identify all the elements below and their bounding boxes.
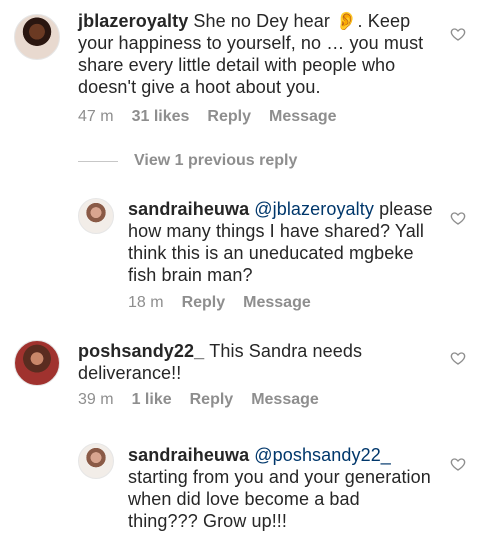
likes-count[interactable]: 1 like <box>132 391 172 409</box>
heart-outline-icon[interactable] <box>450 210 466 226</box>
message-button[interactable]: Message <box>269 108 337 126</box>
mention-link[interactable]: @jblazeroyalty <box>254 199 374 219</box>
comment-time: 39 m <box>78 391 114 408</box>
divider <box>78 160 118 162</box>
comment-time: 47 m <box>78 108 114 125</box>
view-previous-label[interactable]: View 1 previous reply <box>134 152 297 170</box>
comment-meta: 47 m 31 likes Reply Message <box>78 108 337 126</box>
comment-username[interactable]: jblazeroyalty <box>78 11 188 31</box>
reply-button[interactable]: Reply <box>190 391 234 409</box>
mention-link[interactable]: @poshsandy22_ <box>254 445 391 465</box>
comment-time: 18 m <box>128 294 164 311</box>
comment-text: sandraiheuwa @poshsandy22_ starting from … <box>128 444 434 532</box>
reply-button[interactable]: Reply <box>182 294 226 312</box>
heart-outline-icon[interactable] <box>450 350 466 366</box>
view-previous-replies[interactable]: View 1 previous reply <box>78 152 297 170</box>
comment-text: sandraiheuwa @jblazeroyalty please how ma… <box>128 198 434 286</box>
comment-username[interactable]: poshsandy22_ <box>78 341 204 361</box>
comment-body: starting from you and your generation wh… <box>128 467 431 531</box>
heart-outline-icon[interactable] <box>450 456 466 472</box>
comment-meta: 18 m Reply Message <box>128 294 311 312</box>
avatar[interactable] <box>14 340 60 386</box>
comment-text: poshsandy22_ This Sandra needs deliveranc… <box>78 340 438 384</box>
comment-meta: 39 m 1 like Reply Message <box>78 391 319 409</box>
comment-text: jblazeroyalty She no Dey hear 👂. Keep you… <box>78 10 448 98</box>
avatar[interactable] <box>78 443 114 479</box>
avatar[interactable] <box>78 198 114 234</box>
message-button[interactable]: Message <box>243 294 311 312</box>
comment-username[interactable]: sandraiheuwa <box>128 445 249 465</box>
avatar[interactable] <box>14 14 60 60</box>
reply-button[interactable]: Reply <box>207 108 251 126</box>
likes-count[interactable]: 31 likes <box>132 108 190 126</box>
message-button[interactable]: Message <box>251 391 319 409</box>
comment-username[interactable]: sandraiheuwa <box>128 199 249 219</box>
heart-outline-icon[interactable] <box>450 26 466 42</box>
